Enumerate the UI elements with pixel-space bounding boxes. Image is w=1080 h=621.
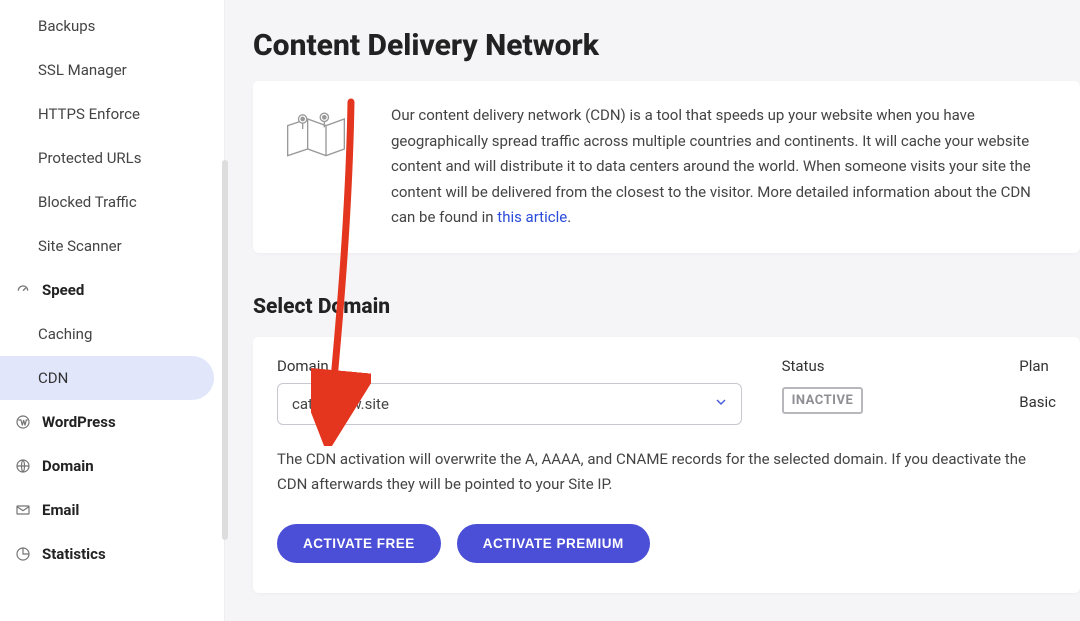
main-content: Content Delivery Network Our content del… <box>225 0 1080 621</box>
sidebar: Backups SSL Manager HTTPS Enforce Protec… <box>0 0 225 621</box>
globe-icon <box>14 458 32 474</box>
domain-select[interactable]: catsmeow.site <box>277 383 742 425</box>
select-domain-heading: Select Domain <box>253 295 1080 319</box>
intro-suffix: . <box>567 208 571 226</box>
plan-label: Plan <box>1019 357 1056 375</box>
activation-note: The CDN activation will overwrite the A,… <box>277 447 1056 498</box>
domain-label: Domain <box>277 357 742 375</box>
sidebar-group-statistics[interactable]: Statistics <box>0 532 224 576</box>
sidebar-group-label: Domain <box>42 457 94 475</box>
sidebar-group-domain[interactable]: Domain <box>0 444 224 488</box>
intro-text: Our content delivery network (CDN) is a … <box>391 103 1054 231</box>
sidebar-backups[interactable]: Backups <box>0 4 214 48</box>
speed-icon <box>14 282 32 298</box>
sidebar-group-label: Email <box>42 501 79 519</box>
page-title: Content Delivery Network <box>253 28 1080 63</box>
sidebar-ssl-manager[interactable]: SSL Manager <box>0 48 214 92</box>
wordpress-icon <box>14 414 32 430</box>
sidebar-site-scanner[interactable]: Site Scanner <box>0 224 214 268</box>
sidebar-caching[interactable]: Caching <box>0 312 214 356</box>
activate-free-button[interactable]: ACTIVATE FREE <box>277 524 441 563</box>
mail-icon <box>14 502 32 518</box>
sidebar-group-wordpress[interactable]: WordPress <box>0 400 224 444</box>
sidebar-blocked-traffic[interactable]: Blocked Traffic <box>0 180 214 224</box>
chevron-down-icon <box>713 394 729 414</box>
intro-prefix: Our content delivery network (CDN) is a … <box>391 106 1031 226</box>
status-label: Status <box>782 357 980 375</box>
sidebar-cdn[interactable]: CDN <box>0 356 214 400</box>
intro-card: Our content delivery network (CDN) is a … <box>253 81 1080 253</box>
pie-chart-icon <box>14 546 32 562</box>
sidebar-https-enforce[interactable]: HTTPS Enforce <box>0 92 214 136</box>
activate-premium-button[interactable]: ACTIVATE PREMIUM <box>457 524 650 563</box>
sidebar-protected-urls[interactable]: Protected URLs <box>0 136 214 180</box>
domain-select-value: catsmeow.site <box>292 395 389 413</box>
sidebar-group-email[interactable]: Email <box>0 488 224 532</box>
plan-value: Basic <box>1019 393 1056 411</box>
sidebar-group-label: Speed <box>42 281 84 299</box>
select-domain-card: Domain catsmeow.site Status INACTIVE Pla… <box>253 337 1080 593</box>
intro-link[interactable]: this article <box>497 208 567 226</box>
map-pins-icon <box>277 103 355 163</box>
status-badge: INACTIVE <box>782 387 864 414</box>
sidebar-group-label: WordPress <box>42 413 116 431</box>
sidebar-group-label: Statistics <box>42 545 106 563</box>
sidebar-group-speed[interactable]: Speed <box>0 268 224 312</box>
